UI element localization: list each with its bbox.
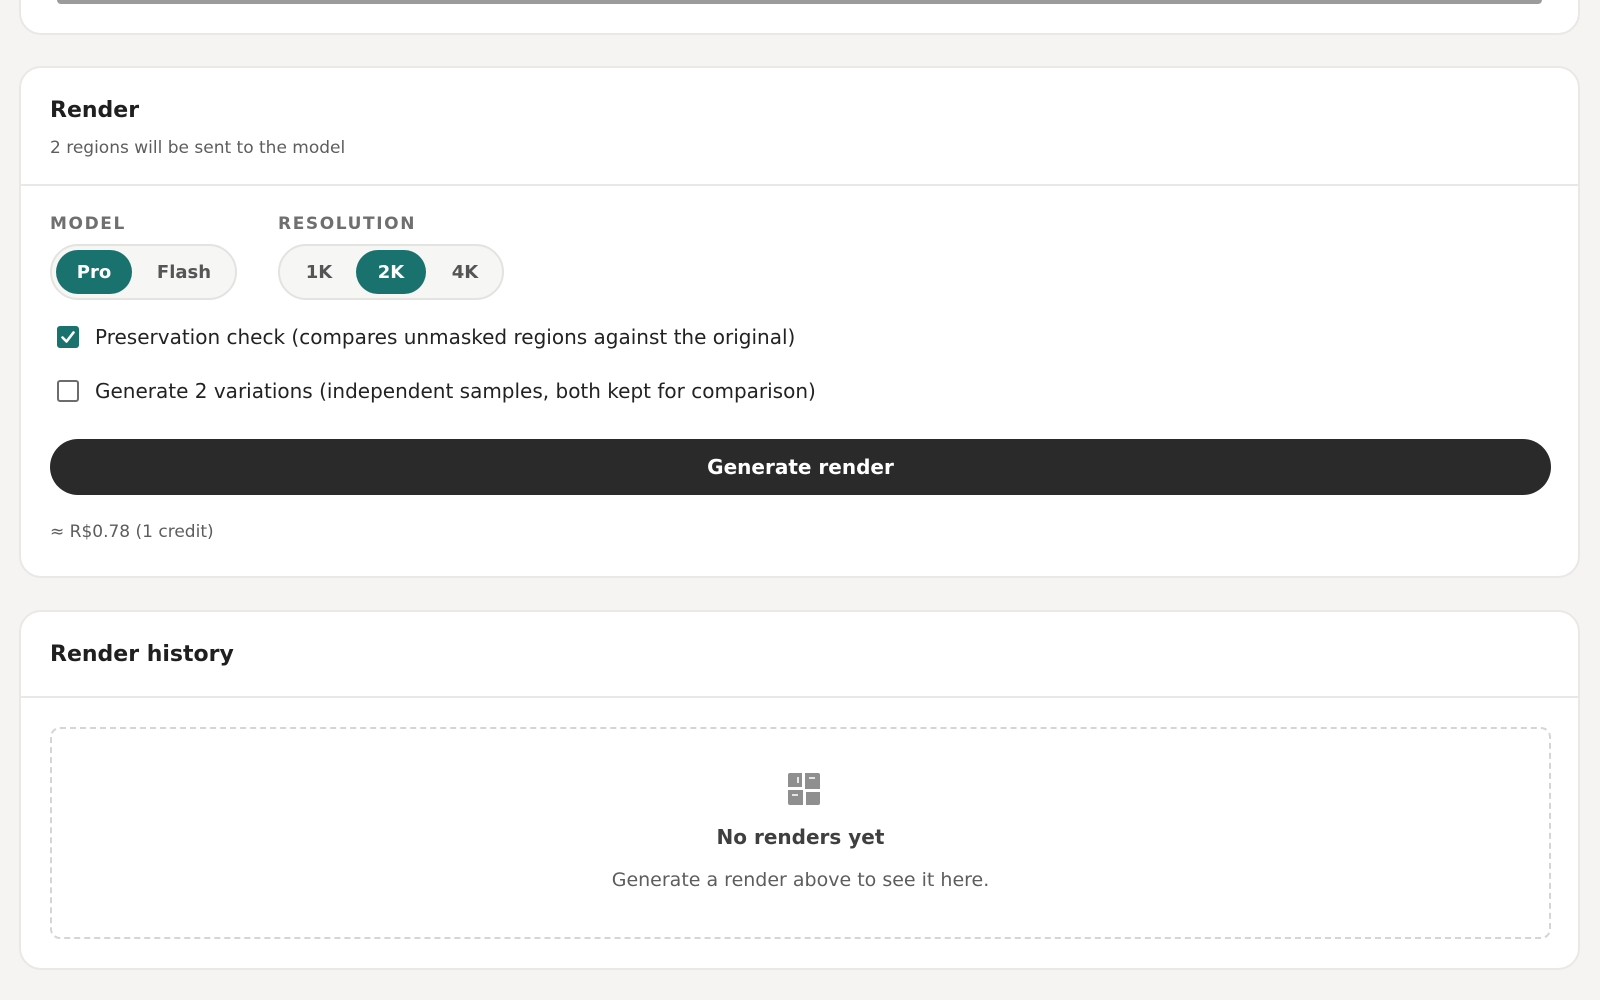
previous-section-card bbox=[19, 0, 1580, 35]
preservation-checkbox[interactable] bbox=[57, 326, 79, 348]
render-header: Render 2 regions will be sent to the mod… bbox=[21, 68, 1578, 186]
cost-estimate: ≈ R$0.78 (1 credit) bbox=[50, 522, 214, 542]
render-title: Render bbox=[50, 98, 140, 123]
render-card: Render 2 regions will be sent to the mod… bbox=[19, 66, 1580, 578]
model-label: MODEL bbox=[50, 214, 126, 234]
history-header: Render history bbox=[21, 612, 1578, 698]
variations-label: Generate 2 variations (independent sampl… bbox=[95, 379, 816, 403]
generate-render-button[interactable]: Generate render bbox=[50, 439, 1551, 495]
previous-section-bar bbox=[57, 0, 1542, 4]
empty-text: Generate a render above to see it here. bbox=[611, 869, 990, 891]
empty-title: No renders yet bbox=[716, 825, 885, 849]
resolution-option-4k[interactable]: 4K bbox=[430, 250, 500, 294]
resolution-option-2k[interactable]: 2K bbox=[356, 250, 426, 294]
model-option-flash[interactable]: Flash bbox=[138, 250, 230, 294]
variations-checkbox[interactable] bbox=[57, 380, 79, 402]
render-subtitle: 2 regions will be sent to the model bbox=[50, 138, 346, 158]
model-selector: Pro Flash bbox=[50, 244, 237, 300]
resolution-option-1k[interactable]: 1K bbox=[284, 250, 354, 294]
history-title: Render history bbox=[50, 642, 234, 667]
preservation-check-label: Preservation check (compares unmasked re… bbox=[95, 325, 796, 349]
gallery-icon bbox=[788, 773, 820, 805]
render-history-card: Render history No renders yet Generate a… bbox=[19, 610, 1580, 970]
resolution-label: RESOLUTION bbox=[278, 214, 417, 234]
variations-row[interactable]: Generate 2 variations (independent sampl… bbox=[57, 379, 816, 403]
checkmark-icon bbox=[61, 331, 75, 343]
model-option-pro[interactable]: Pro bbox=[56, 250, 132, 294]
preservation-check-row[interactable]: Preservation check (compares unmasked re… bbox=[57, 325, 795, 349]
history-empty-state: No renders yet Generate a render above t… bbox=[50, 727, 1551, 939]
resolution-selector: 1K 2K 4K bbox=[278, 244, 504, 300]
